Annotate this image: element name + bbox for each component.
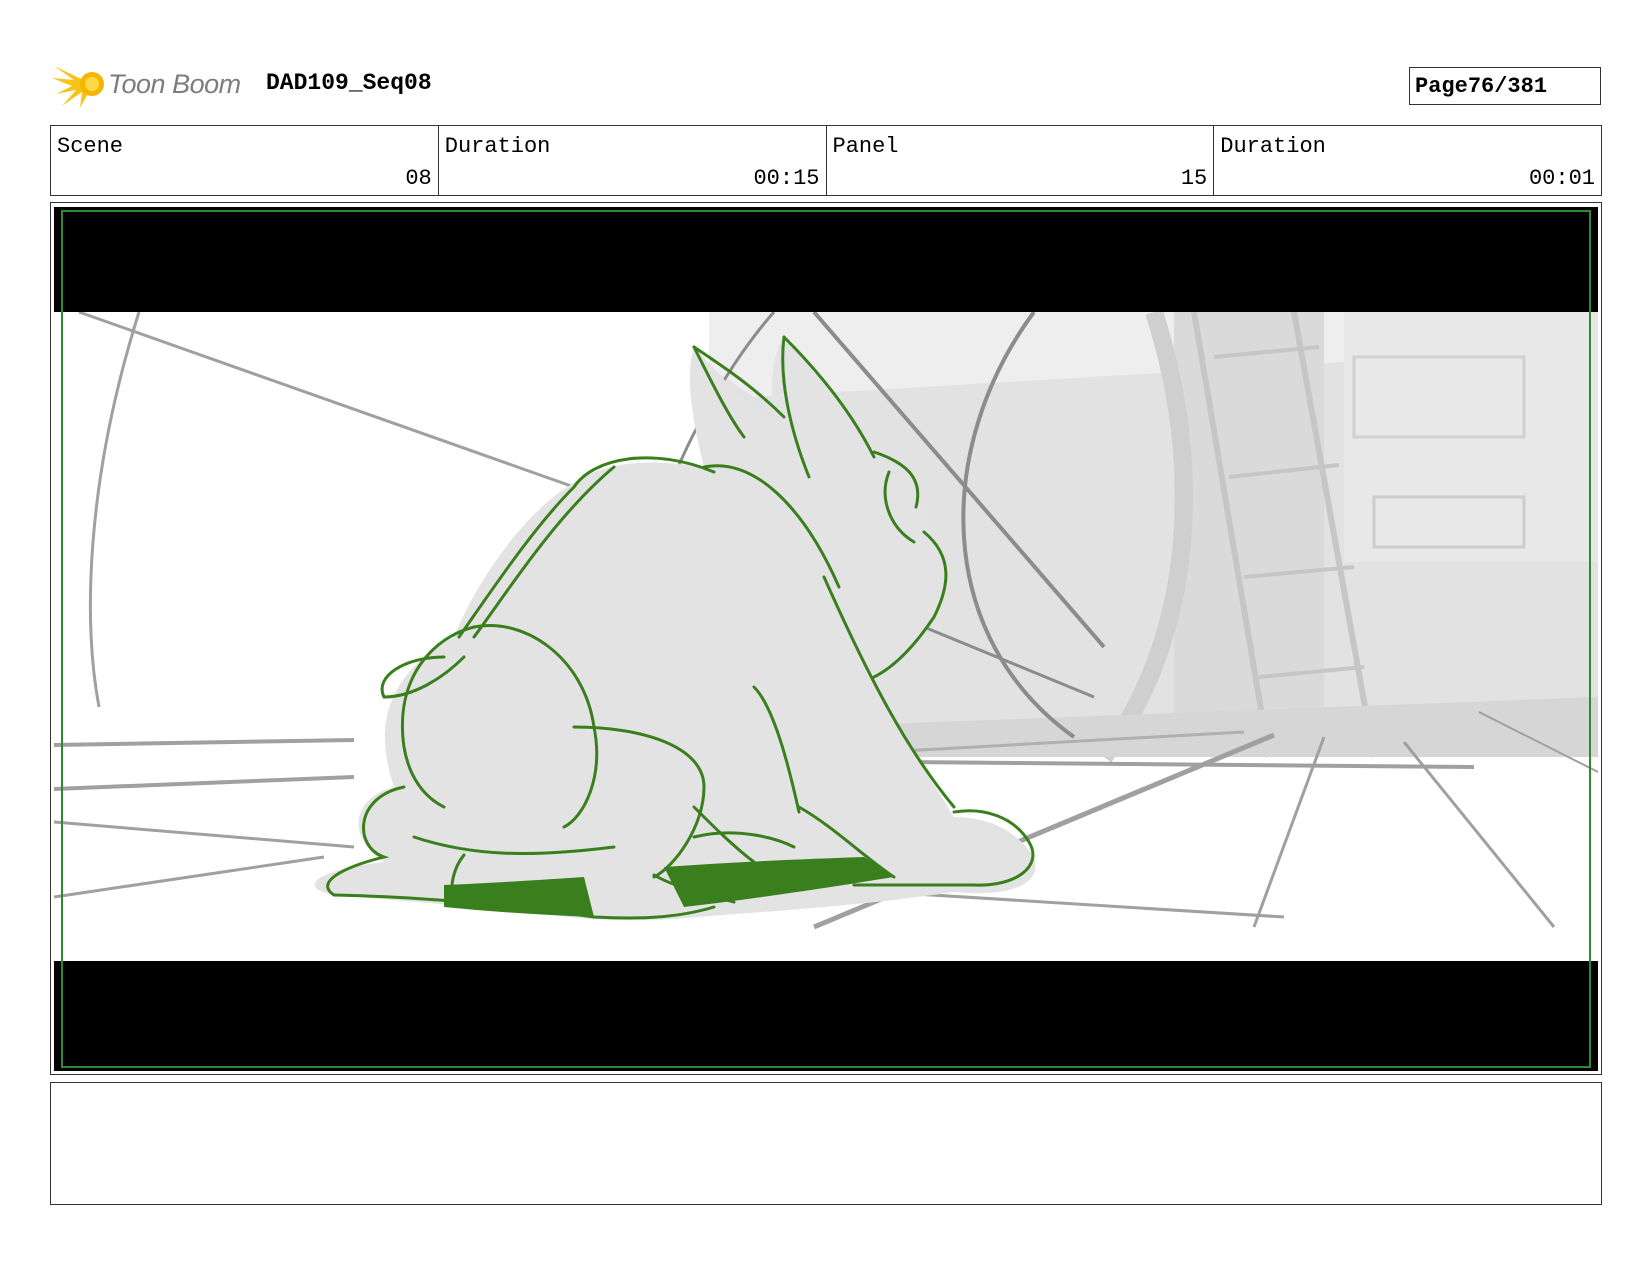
page-label: Page — [1415, 73, 1468, 99]
scene-label: Scene — [57, 134, 124, 159]
scene-value: 08 — [405, 166, 432, 191]
letterbox-top — [54, 207, 1598, 312]
logo-text: Toon Boom — [108, 68, 241, 99]
panel-notes — [50, 1082, 1602, 1205]
letterbox-bottom — [54, 961, 1598, 1071]
toon-boom-logo: Toon Boom — [52, 58, 241, 110]
panel-drawing — [54, 207, 1598, 1071]
page-number: 76/381 — [1467, 73, 1548, 99]
panel-duration-label: Duration — [1220, 134, 1326, 159]
panel-info-table: Scene 08 Duration 00:15 Panel 15 Duratio… — [50, 125, 1602, 196]
scene-duration-value: 00:15 — [753, 166, 820, 191]
page-indicator: Page 76/381 — [1409, 67, 1601, 105]
panel-value: 15 — [1180, 166, 1208, 191]
panel-label: Panel — [832, 134, 899, 159]
scene-cell: Scene 08 — [51, 126, 439, 195]
storyboard-frame — [50, 202, 1602, 1075]
scene-duration-cell: Duration 00:15 — [439, 126, 827, 195]
panel-duration-cell: Duration 00:01 — [1214, 126, 1601, 195]
panel-cell: Panel 15 — [827, 126, 1215, 195]
project-title: DAD109_Seq08 — [266, 70, 432, 96]
panel-duration-value: 00:01 — [1528, 166, 1595, 191]
scene-duration-label: Duration — [444, 134, 551, 159]
starburst-logo-icon — [52, 66, 104, 108]
